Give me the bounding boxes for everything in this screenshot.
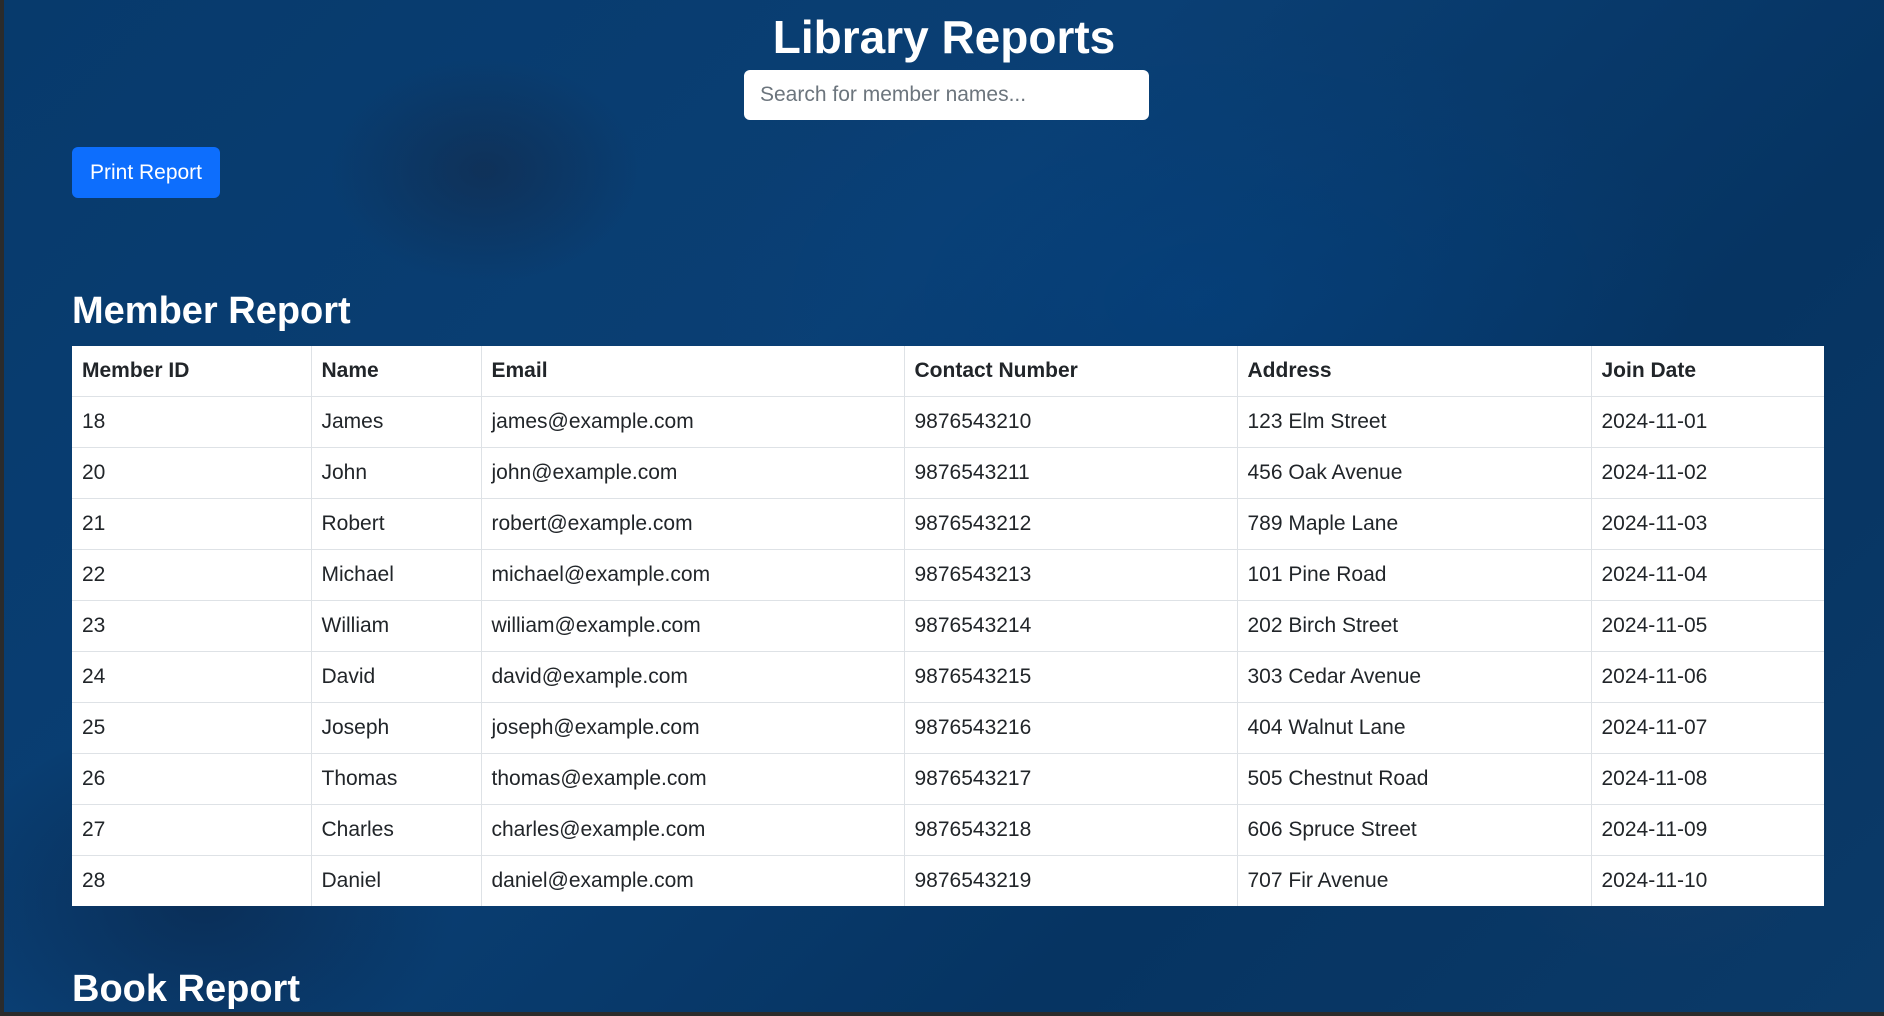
address-cell: 202 Birch Street (1237, 600, 1592, 652)
member-id-cell: 20 (72, 447, 312, 499)
address-cell: 303 Cedar Avenue (1237, 651, 1592, 703)
column-header-email: Email (481, 346, 905, 397)
address-cell: 789 Maple Lane (1237, 498, 1592, 550)
name-cell: Robert (311, 498, 482, 550)
address-cell: 505 Chestnut Road (1237, 753, 1592, 805)
table-row: 20 John john@example.com 9876543211 456 Oak … (72, 447, 1824, 499)
member-table-body: 18 James james@example.com 9876543210 123 El… (72, 396, 1824, 906)
email-cell: michael@example.com (481, 549, 905, 601)
email-cell: charles@example.com (481, 804, 905, 856)
contact-number-cell: 9876543215 (904, 651, 1238, 703)
contact-number-cell: 9876543210 (904, 396, 1238, 448)
join-date-cell: 2024-11-07 (1591, 702, 1824, 754)
address-cell: 606 Spruce Street (1237, 804, 1592, 856)
report-page: Library Reports Print Report Member Repo… (4, 0, 1884, 1012)
member-id-cell: 25 (72, 702, 312, 754)
join-date-cell: 2024-11-10 (1601, 869, 1708, 892)
column-header-member-id: Member ID (72, 346, 312, 397)
member-id-cell: 27 (72, 804, 312, 856)
join-date-cell: 2024-11-06 (1591, 651, 1824, 703)
column-header-join-date: Join Date (1591, 346, 1824, 397)
page-title: Library Reports (772, 11, 1116, 63)
table-row: 26 Thomas thomas@example.com 9876543217 505 … (72, 753, 1824, 805)
book-report-title: Book Report (72, 968, 300, 1010)
address-cell: 707 Fir Avenue (1237, 855, 1592, 906)
join-date-cell: 2024-11-05 (1591, 600, 1824, 652)
member-id-cell: 26 (72, 753, 312, 805)
table-row: 27 Charles charles@example.com 9876543218 60… (72, 804, 1824, 856)
join-date-cell: 2024-11-08 (1591, 753, 1824, 805)
column-header-address: Address (1237, 346, 1592, 397)
contact-number-cell: 9876543219 (904, 855, 1238, 906)
email-cell: william@example.com (481, 600, 905, 652)
address-cell: 101 Pine Road (1237, 549, 1592, 601)
name-cell: John (311, 447, 482, 499)
address-cell: 123 Elm Street (1237, 396, 1592, 448)
member-id-cell: 23 (72, 600, 312, 652)
table-row: 18 James james@example.com 9876543210 123 El… (72, 396, 1824, 448)
name-cell: James (311, 396, 482, 448)
member-report-table: Member ID Name Email Contact Number Addr… (72, 346, 1824, 906)
member-id-cell: 18 (72, 396, 312, 448)
contact-number-cell: 9876543217 (904, 753, 1238, 805)
member-search-input[interactable] (744, 70, 1149, 120)
table-row: 25 Joseph joseph@example.com 9876543216 404 … (72, 702, 1824, 754)
join-date-cell: 2024-11-04 (1591, 549, 1824, 601)
member-id-cell: 22 (72, 549, 312, 601)
table-header-row: Member ID Name Email Contact Number Addr… (72, 346, 1824, 397)
email-cell: john@example.com (481, 447, 905, 499)
join-date-cell: 2024-11-03 (1591, 498, 1824, 550)
member-id-cell: 28 (72, 855, 312, 906)
join-date-cell: 2024-11-09 (1591, 804, 1824, 856)
name-cell: Charles (311, 804, 482, 856)
email-cell: david@example.com (481, 651, 905, 703)
name-cell: William (311, 600, 482, 652)
email-cell: robert@example.com (481, 498, 905, 550)
email-cell: joseph@example.com (481, 702, 905, 754)
address-cell: 404 Walnut Lane (1237, 702, 1592, 754)
print-report-button[interactable]: Print Report (72, 147, 220, 198)
member-id-cell: 24 (72, 651, 312, 703)
contact-number-cell: 9876543213 (904, 549, 1238, 601)
table-row: 21 Robert robert@example.com 9876543212 789 … (72, 498, 1824, 550)
column-header-name: Name (311, 346, 482, 397)
join-date-cell: 2024-11-01 (1591, 396, 1824, 448)
contact-number-cell: 9876543218 (904, 804, 1238, 856)
join-date-cell: 2024-11-02 (1591, 447, 1824, 499)
member-report-title: Member Report (72, 290, 351, 332)
contact-number-cell: 9876543216 (904, 702, 1238, 754)
name-cell: Daniel (311, 855, 482, 906)
name-cell: Michael (311, 549, 482, 601)
contact-number-cell: 9876543211 (904, 447, 1238, 499)
table-row: 23 William william@example.com 9876543214 20… (72, 600, 1824, 652)
email-cell: thomas@example.com (481, 753, 905, 805)
member-id-cell: 21 (72, 498, 312, 550)
column-header-contact-number: Contact Number (904, 346, 1238, 397)
contact-number-cell: 9876543212 (904, 498, 1238, 550)
address-cell: 456 Oak Avenue (1237, 447, 1592, 499)
contact-number-cell: 9876543214 (904, 600, 1238, 652)
table-row: 28 Daniel daniel@example.com 9876543219 707 … (72, 855, 1824, 906)
name-cell: Joseph (311, 702, 482, 754)
email-cell: james@example.com (481, 396, 905, 448)
table-row: 22 Michael michael@example.com 9876543213 10… (72, 549, 1824, 601)
table-row: 24 David david@example.com 9876543215 303 Ce… (72, 651, 1824, 703)
name-cell: Thomas (311, 753, 482, 805)
email-cell: daniel@example.com (481, 855, 905, 906)
name-cell: David (311, 651, 482, 703)
